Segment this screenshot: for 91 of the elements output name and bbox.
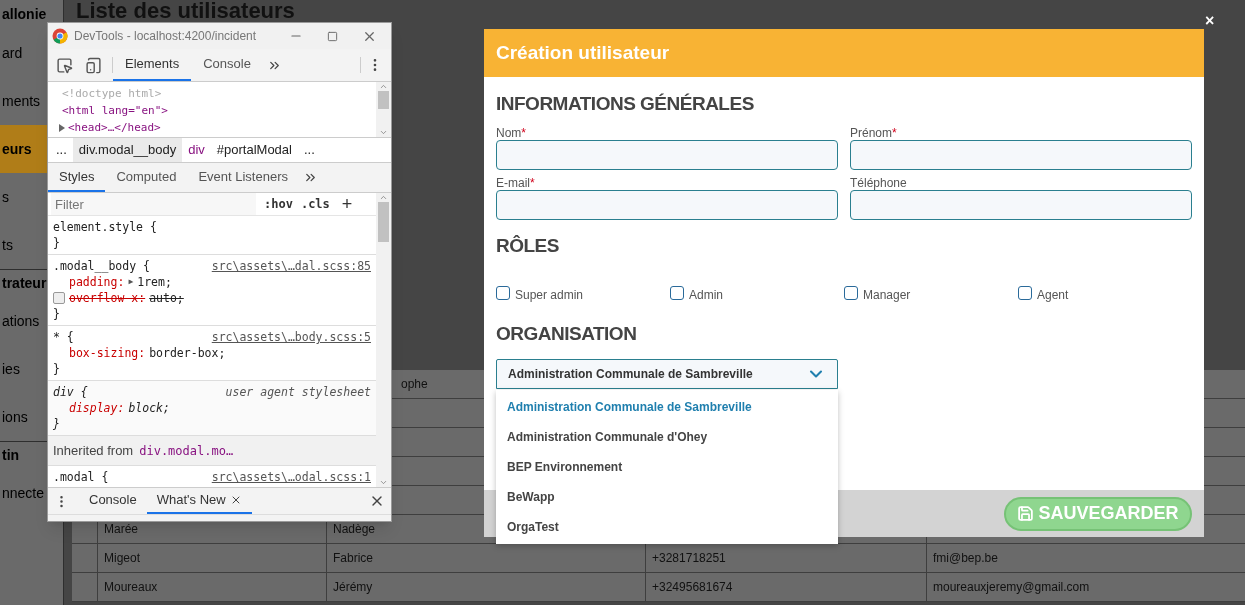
closing-brace: } (53, 307, 60, 321)
field-label: Téléphone (850, 174, 907, 190)
inspect-icon[interactable] (56, 56, 73, 74)
breadcrumb[interactable]: ... (297, 138, 321, 162)
css-property: display: (69, 400, 125, 416)
field-label: E-mail* (496, 174, 535, 190)
device-icon[interactable] (85, 56, 102, 74)
scrollbar-thumb[interactable] (378, 91, 389, 109)
input-field[interactable] (496, 189, 838, 220)
checkbox[interactable] (670, 286, 684, 300)
save-icon (1017, 505, 1035, 522)
css-selector: .modal { (53, 469, 109, 485)
field-label: Prénom* (850, 124, 897, 140)
table-cell: +32495681674 (645, 573, 926, 601)
scrollbar[interactable] (376, 82, 391, 137)
table-cell: Migeot (97, 544, 326, 572)
checkbox[interactable] (1018, 286, 1032, 300)
css-property: padding: (69, 274, 125, 290)
expand-toggle[interactable]: ▶ (128, 274, 134, 290)
modal-title: Création utilisateur (496, 40, 670, 65)
panel-tab[interactable]: Console (191, 49, 263, 81)
drawer-tab[interactable]: Console (79, 488, 147, 514)
checkbox-label: Super admin (515, 287, 584, 304)
scrollbar-thumb[interactable] (378, 202, 389, 242)
dropdown-option[interactable]: BeWapp (496, 481, 838, 512)
checkbox-label: Agent (1037, 287, 1069, 304)
checkbox-label: Manager (863, 287, 911, 304)
css-selector: element.style { (53, 219, 157, 235)
breadcrumb[interactable]: div (182, 138, 211, 162)
section-heading: INFORMATIONS GÉNÉRALES (496, 92, 755, 116)
table-cell: Moureaux (97, 573, 326, 601)
css-selector: * { (53, 329, 74, 345)
dropdown-option[interactable]: BEP Environnement (496, 451, 838, 482)
logo-text: allonie (2, 5, 47, 24)
checkbox-label: Admin (689, 287, 723, 304)
input-field[interactable] (496, 139, 838, 170)
sidebar-item[interactable]: ts (0, 221, 47, 269)
sidebar-item[interactable]: ions (0, 393, 47, 441)
maximize-icon[interactable] (327, 30, 338, 42)
css-value: border-box; (149, 345, 226, 361)
css-value: auto; (149, 290, 184, 306)
checkbox[interactable] (496, 286, 510, 300)
section-heading: RÔLES (496, 233, 560, 258)
sidebar-item[interactable]: ies (0, 345, 47, 393)
class-toggle[interactable]: .cls (300, 195, 330, 213)
closing-brace: } (53, 362, 60, 376)
table-cell: Jérémy (326, 573, 645, 601)
field-label: Nom* (496, 124, 526, 140)
new-rule-button[interactable]: + (341, 195, 353, 213)
section-heading: ORGANISATION (496, 322, 638, 346)
input-field[interactable] (850, 189, 1192, 220)
closing-brace: } (53, 417, 60, 431)
dom-node[interactable]: <head>…</head> (68, 119, 161, 136)
css-property: overflow-x: (69, 290, 146, 306)
css-value: block; (128, 400, 170, 416)
panel-tab[interactable]: Elements (113, 49, 192, 81)
checkbox[interactable] (844, 286, 858, 300)
table-cell: moureauxjeremy@gmail.com (926, 573, 1245, 601)
breadcrumb[interactable]: div.modal__body (72, 138, 183, 162)
panel-tab[interactable]: Event Listeners (187, 163, 299, 192)
css-value: 1rem; (137, 274, 172, 290)
breadcrumb[interactable]: #portalModal (210, 138, 298, 162)
expand-triangle-icon[interactable] (58, 123, 66, 132)
source-link[interactable]: src\assets\…body.scss:5 (211, 329, 371, 345)
browser-logo-icon (52, 28, 68, 44)
panel-tab[interactable]: Computed (105, 163, 188, 192)
input-field[interactable] (850, 139, 1192, 170)
sidebar-item[interactable]: ments (0, 77, 47, 125)
css-property: box-sizing: (69, 345, 146, 361)
css-selector: .modal__body { (53, 258, 150, 274)
source-link[interactable]: src\assets\…dal.scss:85 (211, 258, 371, 274)
inherited-selector[interactable]: div.modal.mo… (139, 442, 234, 459)
sidebar-item[interactable]: ard (0, 29, 47, 77)
close-button[interactable]: × (1205, 12, 1215, 30)
inherited-label: Inherited from (53, 442, 134, 459)
breadcrumb[interactable]: ... (50, 138, 73, 162)
dropdown-option[interactable]: Administration Communale d'Ohey (496, 421, 838, 452)
organisation-select[interactable]: Administration Communale de Sambreville (496, 358, 838, 389)
hover-state-toggle[interactable]: :hov (264, 195, 293, 213)
sidebar-item[interactable]: eurs (0, 125, 47, 173)
sidebar-item[interactable]: nnecte (0, 469, 47, 517)
window-title: DevTools - localhost:4200/incident (74, 28, 258, 45)
sidebar-item[interactable]: ations (0, 297, 47, 345)
closing-brace: } (53, 236, 60, 250)
table-cell: fmi@bep.be (926, 544, 1245, 572)
scrollbar[interactable] (376, 193, 391, 487)
sidebar-item[interactable]: s (0, 173, 47, 221)
filter-field[interactable]: Filter (51, 193, 256, 215)
source-link[interactable]: src\assets\…odal.scss:1 (211, 469, 371, 485)
dom-node[interactable]: <html lang="en"> (62, 102, 168, 119)
css-selector: div { (53, 384, 88, 400)
